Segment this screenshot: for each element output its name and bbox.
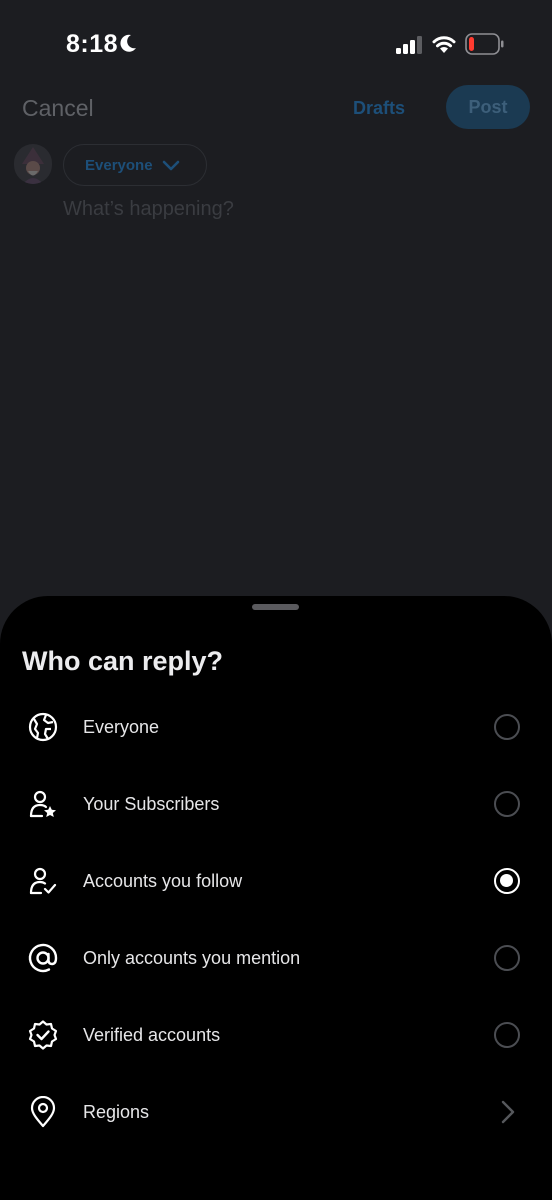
battery-low-icon <box>465 33 504 55</box>
sheet-title: Who can reply? <box>22 646 224 676</box>
status-time: 8:18 <box>66 30 119 58</box>
compose-header: Cancel Drafts Post <box>0 85 552 135</box>
avatar[interactable] <box>14 144 52 184</box>
audience-label: Everyone <box>85 157 153 174</box>
status-bar: 8:18 <box>0 0 552 90</box>
audience-selector[interactable]: Everyone <box>63 144 207 186</box>
person-star-icon <box>29 790 56 818</box>
compose-input[interactable] <box>63 198 523 221</box>
option-label: Verified accounts <box>83 1025 221 1045</box>
option-label: Regions <box>83 1102 150 1122</box>
option-verified-accounts[interactable]: Verified accounts <box>0 1000 552 1077</box>
wifi-icon <box>432 36 456 53</box>
option-label: Everyone <box>83 717 160 737</box>
radio-button-selected[interactable] <box>494 868 520 894</box>
drafts-button[interactable]: Drafts <box>353 98 405 119</box>
option-only-accounts-you-mention[interactable]: Only accounts you mention <box>0 923 552 1000</box>
radio-button[interactable] <box>494 1022 520 1048</box>
option-accounts-you-follow[interactable]: Accounts you follow <box>0 846 552 923</box>
cellular-signal-icon <box>396 36 422 54</box>
reply-settings-sheet: Who can reply? Everyone Your Subscribers <box>0 596 552 1200</box>
verified-badge-icon <box>28 1020 58 1050</box>
option-your-subscribers[interactable]: Your Subscribers <box>0 769 552 846</box>
wizard-avatar-icon <box>22 147 44 184</box>
option-label: Only accounts you mention <box>83 948 301 968</box>
sheet-grabber[interactable] <box>252 604 299 610</box>
option-everyone[interactable]: Everyone <box>0 692 552 769</box>
at-sign-icon <box>28 943 58 973</box>
post-button[interactable]: Post <box>446 85 530 129</box>
radio-button[interactable] <box>494 945 520 971</box>
radio-button[interactable] <box>494 791 520 817</box>
cancel-button[interactable]: Cancel <box>22 95 94 122</box>
chevron-down-icon <box>162 160 180 171</box>
option-regions[interactable]: Regions <box>0 1077 552 1154</box>
location-pin-icon <box>30 1096 56 1128</box>
moon-icon <box>120 34 136 52</box>
option-label: Your Subscribers <box>83 794 220 814</box>
option-label: Accounts you follow <box>83 871 243 891</box>
chevron-right-icon[interactable] <box>500 1099 516 1125</box>
person-check-icon <box>29 867 57 895</box>
globe-icon <box>28 712 58 742</box>
radio-button[interactable] <box>494 714 520 740</box>
